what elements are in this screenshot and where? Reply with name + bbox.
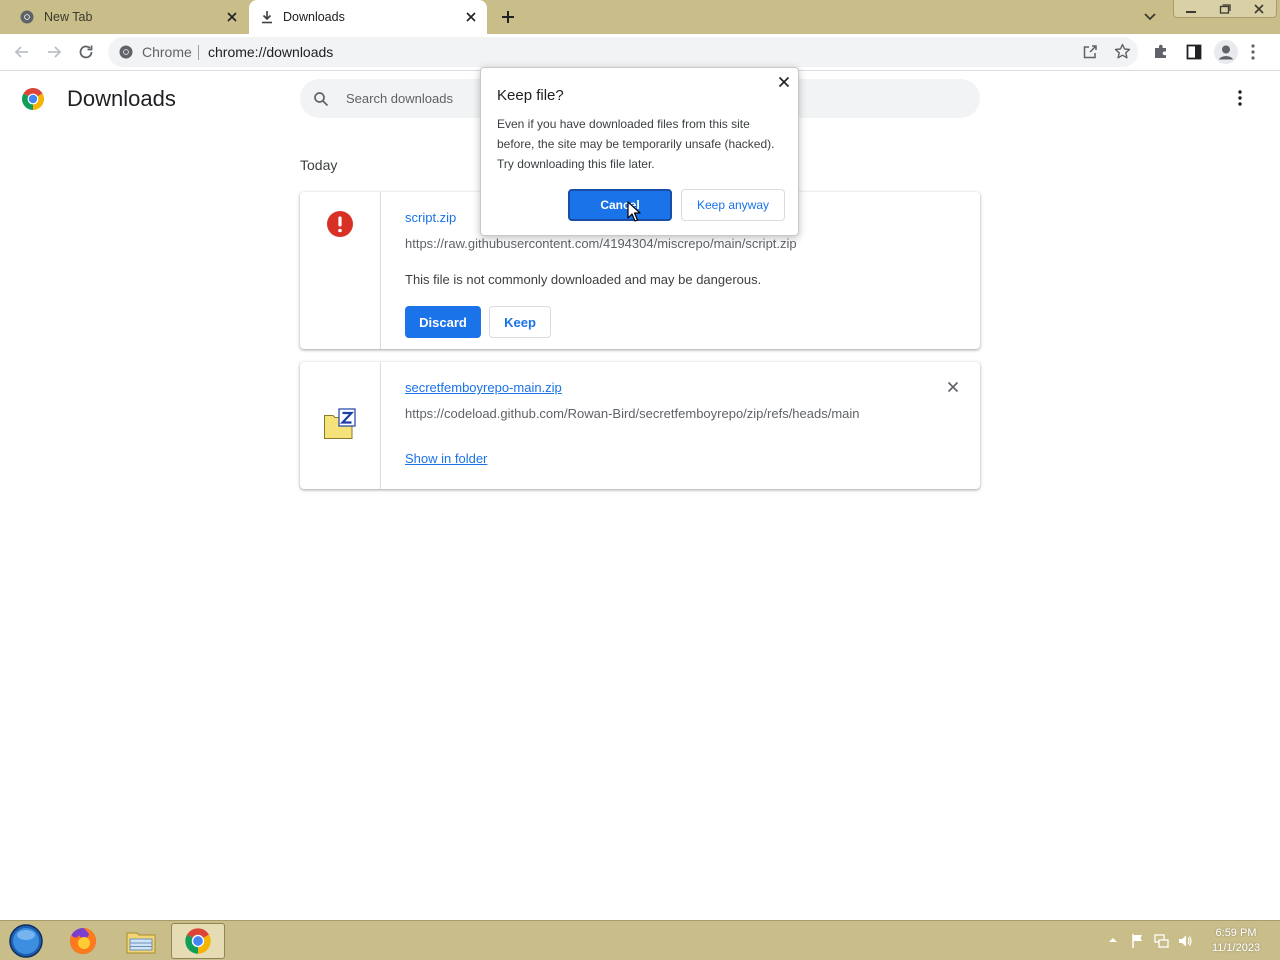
- keep-button[interactable]: Keep: [489, 306, 551, 338]
- dialog-title: Keep file?: [497, 87, 564, 104]
- forward-arrow-icon[interactable]: [45, 43, 63, 61]
- download-url: https://raw.githubusercontent.com/419430…: [405, 236, 797, 251]
- close-window-icon[interactable]: [1242, 0, 1276, 17]
- taskbar-file-explorer[interactable]: [114, 923, 168, 959]
- side-panel-icon[interactable]: [1186, 44, 1202, 60]
- file-icon-column: [300, 362, 381, 489]
- remove-from-list-icon[interactable]: [947, 381, 959, 393]
- chrome-logo-icon: [20, 86, 46, 112]
- keep-file-dialog: Keep file? Even if you have downloaded f…: [480, 67, 799, 236]
- clock-time: 6:59 PM: [1215, 927, 1257, 939]
- clock-date: 11/1/2023: [1211, 942, 1261, 954]
- close-icon[interactable]: [778, 76, 790, 88]
- folder-icon: [125, 927, 157, 955]
- cancel-button[interactable]: Cancel: [568, 189, 672, 221]
- action-center-flag-icon[interactable]: [1130, 933, 1146, 949]
- tab-title: New Tab: [44, 10, 93, 24]
- download-warning-text: This file is not commonly downloaded and…: [405, 272, 762, 287]
- close-tab-icon[interactable]: [465, 11, 477, 23]
- window-controls: [1173, 0, 1277, 18]
- browser-toolbar: Chrome chrome://downloads: [0, 34, 1280, 71]
- download-filename[interactable]: script.zip: [405, 210, 456, 225]
- minimize-icon[interactable]: [1174, 0, 1208, 17]
- dialog-message-line: before, the site may be temporarily unsa…: [497, 137, 775, 151]
- reload-icon[interactable]: [77, 43, 95, 61]
- dialog-message-line: Try downloading this file later.: [497, 157, 655, 171]
- address-bar[interactable]: Chrome chrome://downloads: [108, 37, 1138, 67]
- start-button-icon[interactable]: [6, 923, 46, 959]
- file-icon-column: [300, 192, 381, 349]
- tab-downloads[interactable]: Downloads: [249, 0, 487, 34]
- keep-anyway-button[interactable]: Keep anyway: [681, 189, 785, 221]
- share-icon[interactable]: [1082, 44, 1098, 60]
- dialog-message-line: Even if you have downloaded files from t…: [497, 117, 750, 131]
- chrome-icon: [20, 10, 34, 24]
- divider: [198, 45, 199, 60]
- url-text[interactable]: chrome://downloads: [208, 44, 333, 60]
- discard-button[interactable]: Discard: [405, 306, 481, 338]
- extensions-puzzle-icon[interactable]: [1153, 43, 1170, 60]
- page-title: Downloads: [67, 86, 176, 111]
- show-hidden-icons-icon[interactable]: [1108, 936, 1118, 944]
- more-vert-icon[interactable]: [1238, 90, 1242, 106]
- dialog-message: Even if you have downloaded files from t…: [497, 114, 787, 174]
- danger-icon: [326, 210, 354, 238]
- network-icon[interactable]: [1153, 933, 1169, 949]
- bookmark-star-icon[interactable]: [1114, 43, 1131, 60]
- system-clock[interactable]: 6:59 PM 11/1/2023: [1202, 926, 1270, 956]
- zip-file-icon: [323, 408, 357, 440]
- site-label: Chrome: [142, 44, 192, 60]
- taskbar-chrome[interactable]: [171, 923, 225, 959]
- volume-icon[interactable]: [1177, 933, 1193, 949]
- download-url: https://codeload.github.com/Rowan-Bird/s…: [405, 406, 860, 421]
- back-arrow-icon[interactable]: [13, 43, 31, 61]
- chrome-icon: [119, 45, 133, 59]
- taskbar-firefox[interactable]: [56, 923, 110, 959]
- download-item-secretfemboyrepo-zip: secretfemboyrepo-main.zip https://codelo…: [300, 362, 980, 489]
- tab-title: Downloads: [283, 10, 345, 24]
- restore-icon[interactable]: [1208, 0, 1242, 17]
- firefox-icon: [68, 926, 98, 956]
- tab-new-tab[interactable]: New Tab: [0, 0, 248, 34]
- tab-strip: New Tab Downloads: [0, 0, 1280, 34]
- date-section-label: Today: [300, 157, 338, 173]
- chevron-down-icon[interactable]: [1143, 12, 1157, 22]
- search-placeholder: Search downloads: [346, 91, 453, 106]
- new-tab-plus-icon[interactable]: [500, 9, 516, 25]
- download-icon: [260, 10, 274, 24]
- profile-avatar-icon[interactable]: [1214, 40, 1238, 64]
- search-icon: [313, 91, 329, 107]
- show-in-folder-link[interactable]: Show in folder: [405, 451, 487, 466]
- more-vert-icon[interactable]: [1251, 44, 1255, 60]
- download-filename[interactable]: secretfemboyrepo-main.zip: [405, 380, 562, 395]
- close-tab-icon[interactable]: [226, 11, 238, 23]
- chrome-icon: [183, 926, 213, 956]
- taskbar: 6:59 PM 11/1/2023: [0, 920, 1280, 960]
